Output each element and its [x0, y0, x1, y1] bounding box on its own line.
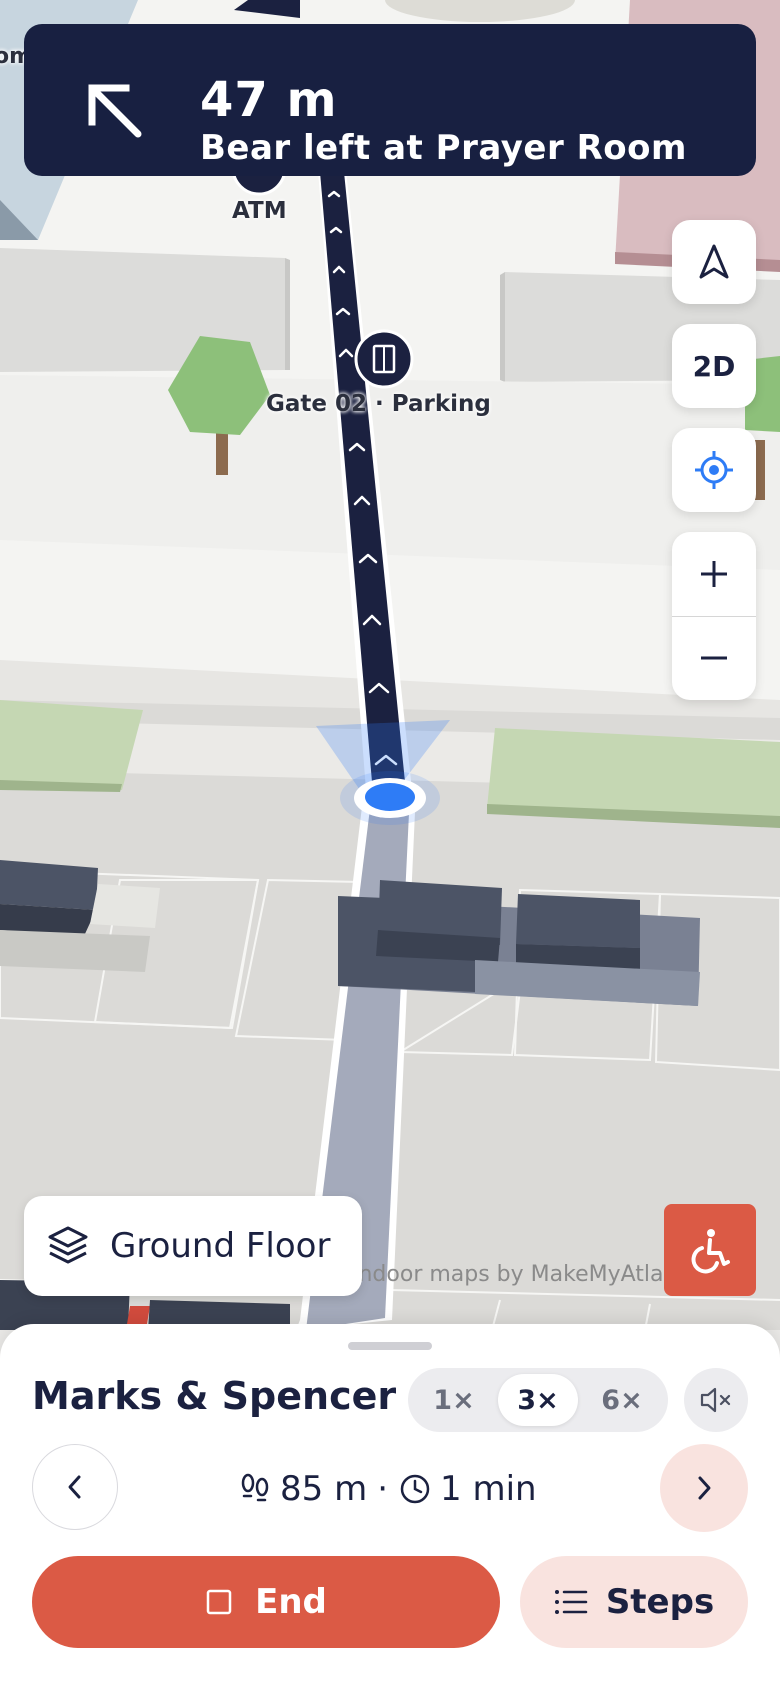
compass-button[interactable]	[672, 220, 756, 304]
gate-label[interactable]: Gate 02 · Parking	[266, 391, 491, 417]
list-icon	[554, 1590, 588, 1614]
navigation-banner: 47 m Bear left at Prayer Room	[24, 24, 756, 176]
zoom-in-button[interactable]	[672, 532, 756, 616]
end-label: End	[255, 1582, 327, 1622]
layers-icon	[48, 1226, 88, 1264]
crosshair-icon	[695, 451, 733, 489]
route-distance: 85 m	[280, 1469, 368, 1509]
minus-icon	[701, 656, 727, 660]
maneuver-instruction: Bear left at Prayer Room	[200, 128, 687, 168]
view-mode-label: 2D	[692, 349, 736, 383]
map-canvas	[0, 0, 780, 1330]
steps-label: Steps	[605, 1582, 715, 1622]
previous-step-button[interactable]	[32, 1444, 118, 1530]
route-duration: 1 min	[440, 1469, 537, 1509]
clock-icon	[400, 1474, 430, 1504]
locate-me-button[interactable]	[672, 428, 756, 512]
plus-icon	[701, 561, 727, 587]
trip-summary: 85 m · 1 min	[238, 1464, 537, 1514]
map-attribution: Indoor maps by MakeMyAtlas	[352, 1262, 675, 1287]
zoom-controls	[672, 532, 756, 700]
arrow-up-left-icon	[88, 84, 142, 138]
chevron-right-icon	[698, 1476, 711, 1500]
chevron-left-icon	[68, 1475, 81, 1499]
stop-icon	[206, 1589, 232, 1615]
destination-name: Marks & Spencer	[32, 1374, 397, 1418]
speed-option-6x[interactable]: 6×	[582, 1374, 662, 1426]
accessibility-route-button[interactable]	[664, 1204, 756, 1296]
sheet-drag-handle[interactable]	[348, 1342, 432, 1350]
footprints-icon	[241, 1473, 269, 1502]
next-step-button[interactable]	[660, 1444, 748, 1532]
floor-label: Ground Floor	[110, 1226, 331, 1266]
zoom-out-button[interactable]	[672, 616, 756, 700]
maneuver-distance: 47 m	[200, 72, 338, 128]
steps-list-button[interactable]: Steps	[520, 1556, 748, 1648]
speaker-muted-icon	[700, 1387, 731, 1413]
user-location-dot	[365, 783, 415, 811]
mute-voice-button[interactable]	[684, 1368, 748, 1432]
wheelchair-icon	[691, 1229, 730, 1274]
speed-option-1x[interactable]: 1×	[414, 1374, 494, 1426]
info-separator: ·	[377, 1469, 389, 1509]
gate-pin	[354, 329, 414, 389]
floor-selector[interactable]: Ground Floor	[24, 1196, 362, 1296]
view-mode-toggle[interactable]: 2D	[672, 324, 756, 408]
atm-label[interactable]: ATM	[232, 198, 287, 224]
playback-speed-selector: 1× 3× 6×	[408, 1368, 668, 1432]
speed-option-3x[interactable]: 3×	[498, 1374, 578, 1426]
indoor-map[interactable]: om ATM Gate 02 · Parking Indoor maps by …	[0, 0, 780, 1330]
end-navigation-button[interactable]: End	[32, 1556, 500, 1648]
planter	[0, 700, 143, 790]
route-bottom-sheet: Marks & Spencer 1× 3× 6× 85 m · 1 min En…	[0, 1324, 780, 1688]
compass-arrow-icon	[699, 244, 729, 279]
